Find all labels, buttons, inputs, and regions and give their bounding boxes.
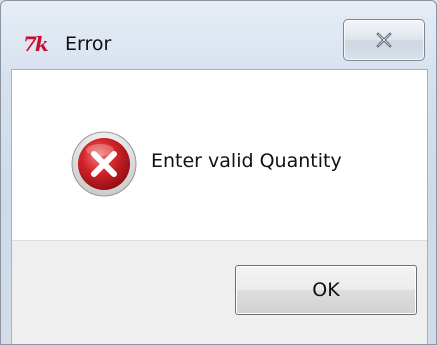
tk-feather-icon: 7k — [23, 32, 49, 56]
error-message: Enter valid Quantity — [151, 150, 342, 172]
button-area: OK — [12, 240, 427, 344]
title-bar[interactable]: 7k Error — [1, 1, 436, 69]
window-title: Error — [65, 33, 112, 55]
close-x-icon — [376, 32, 392, 48]
error-dialog-window: 7k Error Enter valid Quantity OK — [0, 0, 437, 345]
message-area: Enter valid Quantity — [12, 70, 427, 240]
error-icon — [71, 131, 137, 197]
ok-button[interactable]: OK — [235, 265, 417, 315]
close-button[interactable] — [343, 19, 425, 61]
dialog-body: Enter valid Quantity OK — [11, 69, 428, 344]
